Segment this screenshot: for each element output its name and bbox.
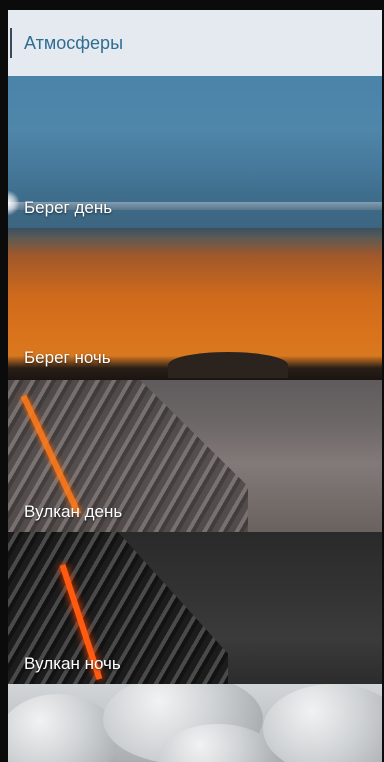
dune-silhouette (168, 352, 288, 378)
atmosphere-card-coast-day[interactable]: Берег день (8, 76, 382, 228)
atmosphere-card-stones[interactable] (8, 684, 382, 762)
sun-glow (8, 190, 20, 216)
atmosphere-label: Вулкан ночь (24, 654, 121, 673)
stone-shape (8, 694, 118, 762)
app-frame: Атмосферы Берег день Берег ночь Вулкан д… (0, 0, 384, 762)
stone-shape (263, 684, 382, 762)
atmosphere-label: Берег день (24, 198, 113, 217)
page-title: Атмосферы (24, 33, 124, 53)
header-accent-line (10, 28, 12, 58)
atmosphere-card-volcano-day[interactable]: Вулкан день (8, 380, 382, 532)
atmospheres-panel: Атмосферы Берег день Берег ночь Вулкан д… (8, 10, 382, 762)
header-bar: Атмосферы (8, 10, 382, 77)
atmosphere-label: Берег ночь (24, 348, 111, 367)
atmosphere-label: Вулкан день (24, 502, 123, 521)
atmosphere-card-coast-night[interactable]: Берег ночь (8, 228, 382, 380)
atmosphere-card-volcano-night[interactable]: Вулкан ночь (8, 532, 382, 684)
